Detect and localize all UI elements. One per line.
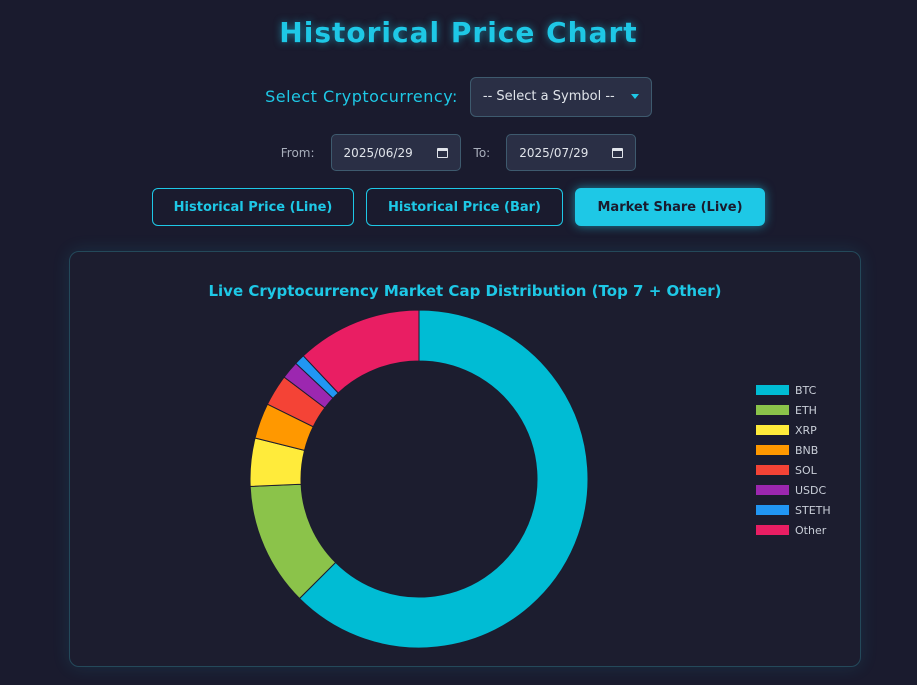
to-date-input[interactable]: 2025/07/29 — [506, 134, 637, 171]
legend-swatch-bnb[interactable] — [756, 445, 789, 455]
legend-label-usdc[interactable]: USDC — [795, 484, 827, 497]
from-date-input[interactable]: 2025/06/29 — [330, 134, 461, 171]
legend-swatch-sol[interactable] — [756, 465, 789, 475]
historical-bar-button[interactable]: Historical Price (Bar) — [366, 188, 563, 226]
legend-label-eth[interactable]: ETH — [795, 404, 817, 417]
legend-swatch-btc[interactable] — [756, 385, 789, 395]
legend-label-xrp[interactable]: XRP — [795, 424, 817, 437]
to-date-value: 2025/07/29 — [519, 145, 589, 160]
page-title: Historical Price Chart — [279, 16, 638, 49]
legend-swatch-xrp[interactable] — [756, 425, 789, 435]
date-range-row: From: 2025/06/29 To: 2025/07/29 — [0, 134, 917, 171]
from-label: From: — [280, 145, 315, 160]
symbol-select[interactable]: -- Select a Symbol -- — [469, 76, 652, 117]
to-label: To: — [473, 145, 491, 160]
market-share-button[interactable]: Market Share (Live) — [575, 188, 765, 226]
legend-label-sol[interactable]: SOL — [795, 464, 818, 477]
legend-label-steth[interactable]: STETH — [795, 504, 831, 517]
chart-mode-buttons: Historical Price (Line) Historical Price… — [0, 188, 917, 226]
historical-line-button[interactable]: Historical Price (Line) — [152, 188, 354, 226]
legend-label-other[interactable]: Other — [795, 524, 827, 537]
legend-label-btc[interactable]: BTC — [795, 384, 817, 397]
market-share-donut-chart: BTC ETH XRP BNB SOL USDC STETH Other — [249, 309, 831, 649]
select-cryptocurrency-label: Select Cryptocurrency: — [265, 87, 458, 106]
calendar-icon[interactable] — [436, 147, 448, 158]
symbol-select-value: -- Select a Symbol -- — [482, 89, 615, 104]
calendar-icon[interactable] — [612, 147, 624, 158]
legend-swatch-usdc[interactable] — [756, 485, 789, 495]
symbol-select-row: Select Cryptocurrency: -- Select a Symbo… — [0, 76, 917, 117]
legend-swatch-steth[interactable] — [756, 505, 789, 515]
legend-swatch-eth[interactable] — [756, 405, 789, 415]
chevron-down-icon — [630, 94, 639, 99]
legend-label-bnb[interactable]: BNB — [795, 444, 818, 457]
chart-legend: BTC ETH XRP BNB SOL USDC STETH Other — [756, 384, 831, 537]
legend-swatch-other[interactable] — [756, 525, 789, 535]
from-date-value: 2025/06/29 — [343, 145, 413, 160]
chart-card: Live Cryptocurrency Market Cap Distribut… — [69, 251, 861, 667]
